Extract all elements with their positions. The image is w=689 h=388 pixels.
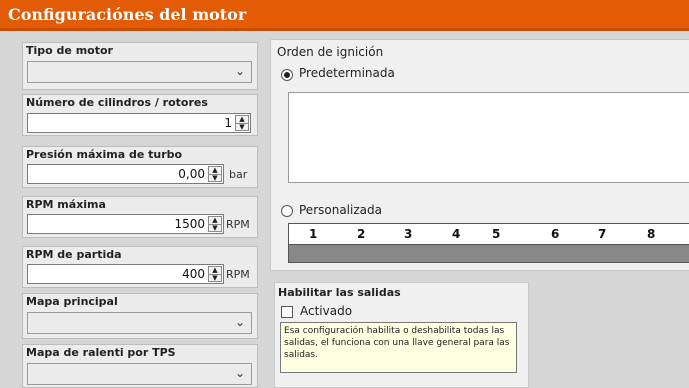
- down-arrow-icon[interactable]: ▼: [209, 175, 221, 182]
- window-title: Configuraciónes del motor: [8, 5, 247, 24]
- cylinder-header: 1: [309, 227, 318, 241]
- down-arrow-icon[interactable]: ▼: [209, 225, 221, 232]
- start-rpm-unit: RPM: [226, 268, 250, 281]
- chevron-down-icon: ⌄: [234, 366, 245, 380]
- start-rpm-value: 400: [182, 267, 205, 281]
- cylinder-header: 6: [551, 227, 560, 241]
- title-bar: Configuraciónes del motor: [0, 0, 689, 31]
- stepper-arrows[interactable]: ▲ ▼: [208, 266, 222, 282]
- engine-type-select[interactable]: ⌄: [27, 61, 252, 83]
- cylinder-header: 2: [357, 227, 366, 241]
- max-turbo-label: Presión máxima de turbo: [26, 148, 183, 161]
- engine-settings-panel: Tipo de motor ⌄ Número de cilindros / ro…: [0, 31, 689, 388]
- enable-outputs-title: Habilitar las salidas: [278, 286, 401, 299]
- ignition-order-title: Orden de ignición: [277, 45, 384, 59]
- cylinder-header: 3: [404, 227, 413, 241]
- cylinders-label: Número de cilindros / rotores: [26, 96, 208, 109]
- down-arrow-icon[interactable]: ▼: [209, 275, 221, 282]
- max-turbo-value: 0,00: [178, 167, 205, 181]
- main-map-label: Mapa principal: [26, 295, 118, 308]
- cylinder-header-row: 1 2 3 4 5 6 7 8: [289, 224, 689, 245]
- cylinder-header: 4: [452, 227, 461, 241]
- start-rpm-label: RPM de partida: [26, 248, 122, 261]
- cylinder-header: 5: [492, 227, 501, 241]
- max-rpm-stepper[interactable]: 1500 ▲ ▼: [27, 214, 224, 234]
- cylinder-header: 7: [598, 227, 607, 241]
- custom-order-radio[interactable]: [281, 205, 293, 217]
- ignition-order-panel: Orden de ignición Predeterminada Persona…: [270, 39, 689, 271]
- default-order-radio[interactable]: [281, 69, 293, 81]
- enable-outputs-checkbox-label[interactable]: Activado: [300, 304, 352, 318]
- default-order-textbox[interactable]: [288, 92, 689, 183]
- idle-map-group: Mapa de ralenti por TPS ⌄: [22, 344, 258, 388]
- cylinders-value: 1: [224, 116, 232, 130]
- cylinder-header: 8: [647, 227, 656, 241]
- stepper-arrows[interactable]: ▲ ▼: [208, 216, 222, 232]
- enable-outputs-tooltip: Esa configuración habilita o deshabilita…: [280, 322, 517, 373]
- down-arrow-icon[interactable]: ▼: [236, 124, 248, 131]
- default-order-label: Predeterminada: [299, 66, 395, 80]
- chevron-down-icon: ⌄: [234, 315, 245, 329]
- cylinders-group: Número de cilindros / rotores 1 ▲ ▼: [22, 94, 258, 136]
- stepper-arrows[interactable]: ▲ ▼: [208, 166, 222, 182]
- max-rpm-value: 1500: [174, 217, 205, 231]
- max-turbo-unit: bar: [229, 168, 248, 181]
- main-map-group: Mapa principal ⌄: [22, 293, 258, 339]
- engine-type-label: Tipo de motor: [26, 44, 113, 57]
- start-rpm-stepper[interactable]: 400 ▲ ▼: [27, 264, 224, 284]
- max-rpm-label: RPM máxima: [26, 198, 106, 211]
- engine-type-group: Tipo de motor ⌄: [22, 42, 258, 90]
- custom-order-label: Personalizada: [299, 203, 382, 217]
- chevron-down-icon: ⌄: [234, 64, 245, 78]
- main-map-select[interactable]: ⌄: [27, 312, 252, 334]
- max-rpm-group: RPM máxima 1500 ▲ ▼ RPM: [22, 196, 258, 238]
- enable-outputs-checkbox[interactable]: [281, 306, 293, 318]
- idle-map-label: Mapa de ralenti por TPS: [26, 346, 176, 359]
- enable-outputs-group: Habilitar las salidas Activado Esa confi…: [274, 282, 529, 388]
- max-rpm-unit: RPM: [226, 218, 250, 231]
- max-turbo-stepper[interactable]: 0,00 ▲ ▼: [27, 164, 224, 184]
- stepper-arrows[interactable]: ▲ ▼: [235, 115, 249, 131]
- max-turbo-group: Presión máxima de turbo 0,00 ▲ ▼ bar: [22, 146, 258, 188]
- custom-order-grid[interactable]: 1 2 3 4 5 6 7 8: [288, 223, 689, 263]
- cylinders-stepper[interactable]: 1 ▲ ▼: [27, 113, 251, 133]
- start-rpm-group: RPM de partida 400 ▲ ▼ RPM: [22, 246, 258, 288]
- idle-map-select[interactable]: ⌄: [27, 363, 252, 385]
